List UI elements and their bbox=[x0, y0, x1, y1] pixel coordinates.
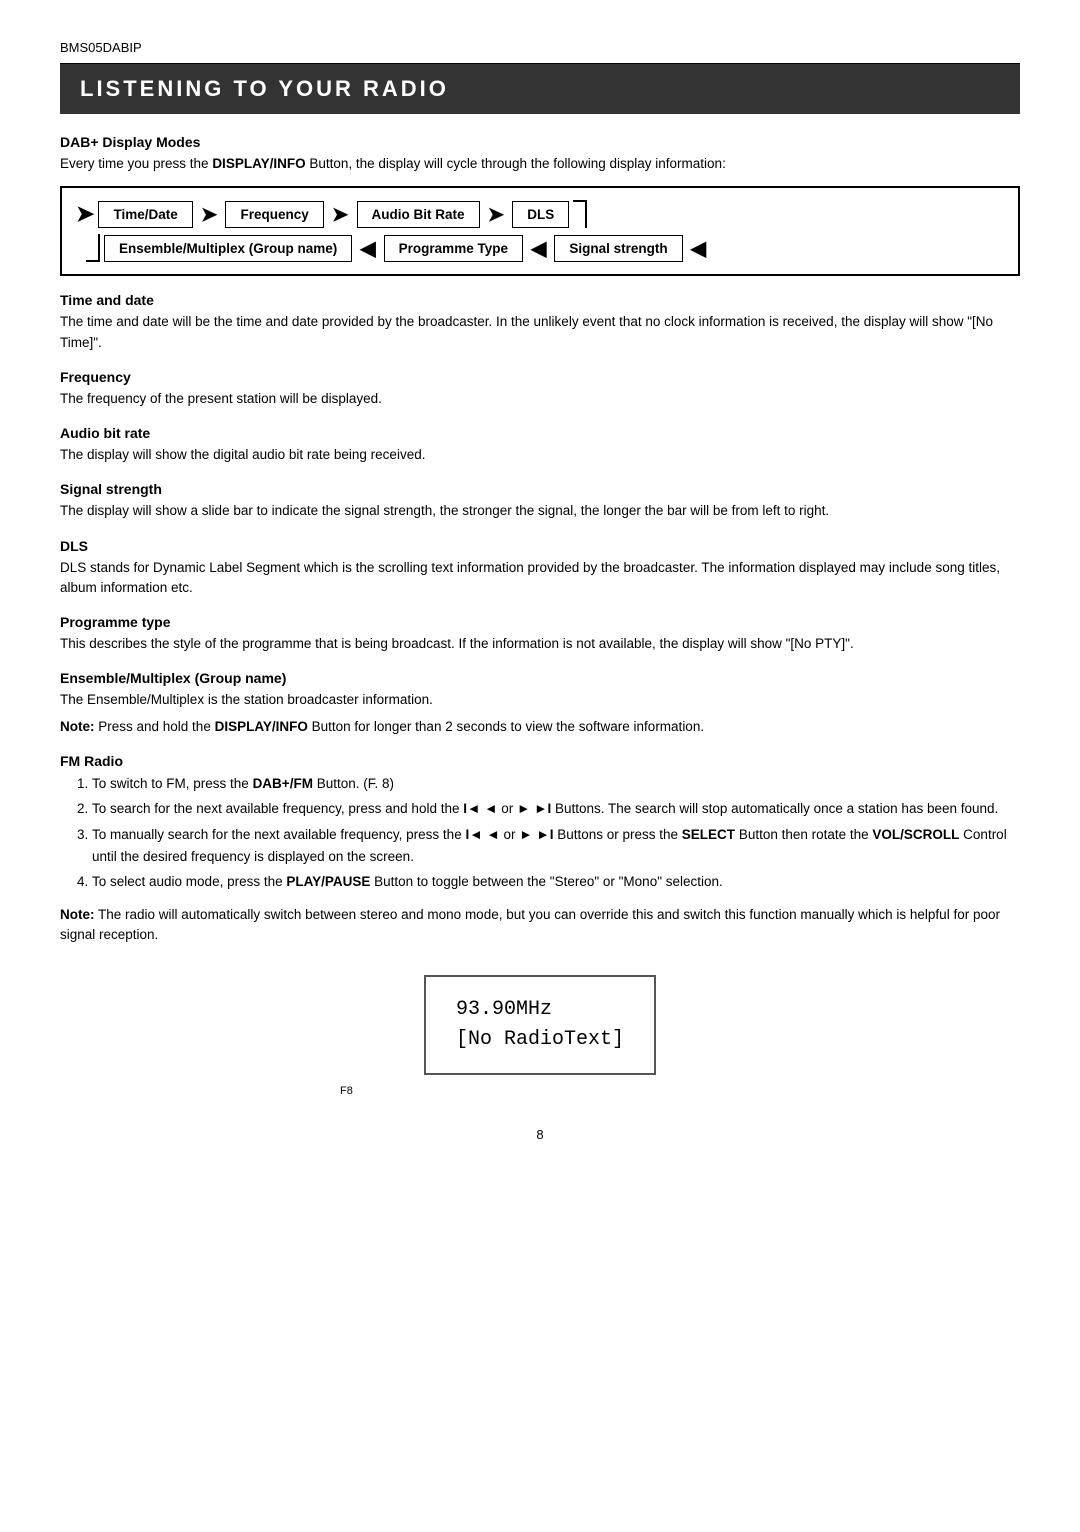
fm-item-4: To select audio mode, press the PLAY/PAU… bbox=[92, 871, 1020, 893]
flow-box-dls: DLS bbox=[512, 201, 569, 228]
fm-dab-fm-bold: DAB+/FM bbox=[253, 776, 313, 791]
flow-box-signal-strength: Signal strength bbox=[554, 235, 682, 262]
fm-radio-list: To switch to FM, press the DAB+/FM Butto… bbox=[92, 773, 1020, 893]
flow-box-frequency: Frequency bbox=[225, 201, 323, 228]
programme-type-text: This describes the style of the programm… bbox=[60, 634, 1020, 654]
arrow-3: ➤ bbox=[488, 202, 505, 227]
fm-radio-heading: FM Radio bbox=[60, 753, 1020, 769]
display-info-bold: DISPLAY/INFO bbox=[212, 156, 305, 171]
fm-item-1: To switch to FM, press the DAB+/FM Butto… bbox=[92, 773, 1020, 795]
flow-top-row: ➤ Time/Date ➤ Frequency ➤ Audio Bit Rate… bbox=[76, 200, 1004, 228]
fm-volscroll-bold: VOL/SCROLL bbox=[872, 827, 959, 842]
note1-label: Note: bbox=[60, 719, 95, 734]
note1: Note: Press and hold the DISPLAY/INFO Bu… bbox=[60, 717, 1020, 737]
flow-diagram: ➤ Time/Date ➤ Frequency ➤ Audio Bit Rate… bbox=[60, 186, 1020, 276]
note2-label: Note: bbox=[60, 907, 95, 922]
arrow-left-3: ◀ bbox=[691, 236, 706, 261]
frequency-text: The frequency of the present station wil… bbox=[60, 389, 1020, 409]
fm-item-2: To search for the next available frequen… bbox=[92, 798, 1020, 820]
fm-playpause-bold: PLAY/PAUSE bbox=[286, 874, 370, 889]
dab-display-heading: DAB+ Display Modes bbox=[60, 134, 1020, 150]
flow-bottom-row: Ensemble/Multiplex (Group name) ◀ Progra… bbox=[76, 234, 1004, 262]
lcd-line1: 93.90MHz bbox=[456, 995, 624, 1025]
flow-box-programme-type: Programme Type bbox=[384, 235, 523, 262]
arrow-start: ➤ bbox=[76, 201, 94, 227]
dab-display-intro: Every time you press the DISPLAY/INFO Bu… bbox=[60, 154, 1020, 174]
note2: Note: The radio will automatically switc… bbox=[60, 905, 1020, 946]
bracket-bottom-left bbox=[86, 234, 100, 262]
lcd-display: 93.90MHz [No RadioText] bbox=[424, 975, 656, 1075]
fm-next-bold: ► ►I bbox=[517, 801, 551, 816]
fm-prev-bold: I◄ ◄ bbox=[463, 801, 497, 816]
note1-bold: DISPLAY/INFO bbox=[215, 719, 308, 734]
ensemble-text: The Ensemble/Multiplex is the station br… bbox=[60, 690, 1020, 710]
section-title: LISTENING TO YOUR RADIO bbox=[80, 76, 1000, 102]
frequency-heading: Frequency bbox=[60, 369, 1020, 385]
bracket-top-right bbox=[573, 200, 587, 228]
signal-strength-heading: Signal strength bbox=[60, 481, 1020, 497]
programme-type-heading: Programme type bbox=[60, 614, 1020, 630]
page-number: 8 bbox=[60, 1127, 1020, 1142]
signal-strength-text: The display will show a slide bar to ind… bbox=[60, 501, 1020, 521]
fm-or-2: or bbox=[503, 827, 515, 842]
ensemble-heading: Ensemble/Multiplex (Group name) bbox=[60, 670, 1020, 686]
arrow-left-2: ◀ bbox=[531, 236, 546, 261]
dls-text: DLS stands for Dynamic Label Segment whi… bbox=[60, 558, 1020, 599]
fm-prev-bold-2: I◄ ◄ bbox=[465, 827, 499, 842]
section-title-bar: LISTENING TO YOUR RADIO bbox=[60, 64, 1020, 114]
arrow-left-1: ◀ bbox=[360, 236, 375, 261]
dls-heading: DLS bbox=[60, 538, 1020, 554]
display-container: 93.90MHz [No RadioText] F8 bbox=[60, 965, 1020, 1097]
audio-bit-rate-heading: Audio bit rate bbox=[60, 425, 1020, 441]
flow-box-timedate: Time/Date bbox=[98, 201, 192, 228]
time-date-heading: Time and date bbox=[60, 292, 1020, 308]
doc-model: BMS05DABIP bbox=[60, 40, 1020, 55]
flow-box-audiobitrate: Audio Bit Rate bbox=[357, 201, 480, 228]
fm-next-bold-2: ► ►I bbox=[519, 827, 553, 842]
fm-or-1: or bbox=[501, 801, 513, 816]
lcd-line2: [No RadioText] bbox=[456, 1025, 624, 1055]
arrow-2: ➤ bbox=[332, 202, 349, 227]
fm-select-bold: SELECT bbox=[682, 827, 735, 842]
time-date-text: The time and date will be the time and d… bbox=[60, 312, 1020, 353]
f8-label: F8 bbox=[340, 1085, 353, 1097]
fm-item-3: To manually search for the next availabl… bbox=[92, 824, 1020, 867]
flow-box-ensemble: Ensemble/Multiplex (Group name) bbox=[104, 235, 352, 262]
arrow-1: ➤ bbox=[201, 202, 218, 227]
audio-bit-rate-text: The display will show the digital audio … bbox=[60, 445, 1020, 465]
